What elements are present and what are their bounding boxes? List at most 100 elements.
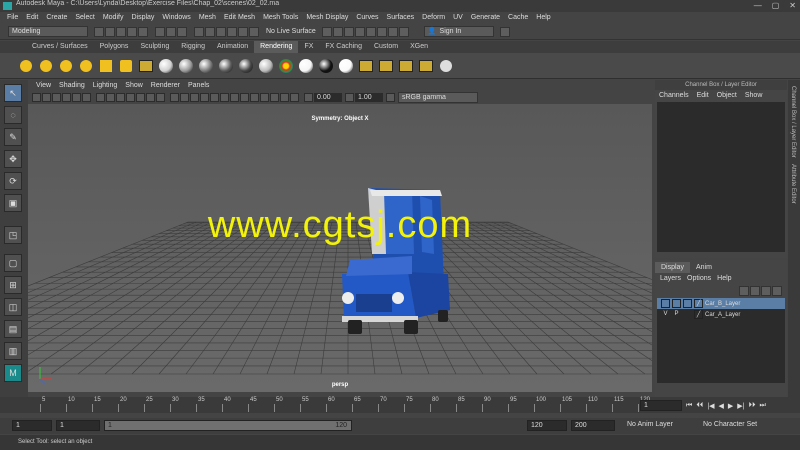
channel-menu-channels[interactable]: Channels <box>655 90 693 102</box>
ambient-light-icon[interactable] <box>18 58 33 73</box>
go-to-end-icon[interactable]: ⏭ <box>760 402 766 410</box>
point-light-icon[interactable] <box>58 58 73 73</box>
menu-uv[interactable]: UV <box>449 12 467 24</box>
step-back-key-icon[interactable]: ⏴⏴ <box>696 402 703 410</box>
play-forwards-icon[interactable]: ▶ <box>728 402 733 410</box>
material-ball-icon[interactable] <box>338 58 353 73</box>
menu-generate[interactable]: Generate <box>467 12 504 24</box>
shelf-tab-polygons[interactable]: Polygons <box>94 41 135 53</box>
channel-menu-object[interactable]: Object <box>713 90 741 102</box>
layer-display-type[interactable] <box>683 310 692 319</box>
spot-light-icon[interactable] <box>78 58 93 73</box>
menu-set-dropdown[interactable]: Modeling <box>8 26 88 37</box>
bookmark-icon[interactable] <box>52 93 61 102</box>
shelf-tab-animation[interactable]: Animation <box>211 41 254 53</box>
playback-end-field[interactable]: 120 <box>527 420 567 431</box>
snap-grid-icon[interactable] <box>194 26 204 37</box>
hypershade-shelf-icon[interactable] <box>438 58 453 73</box>
toggle-panel-icon[interactable] <box>376 26 387 37</box>
start-time-field[interactable]: 1 <box>12 420 52 431</box>
layer-color-swatch[interactable]: ╱ <box>694 299 703 308</box>
magnet-icon[interactable] <box>249 26 259 37</box>
viewport-menu-view[interactable]: View <box>32 80 55 91</box>
menu-file[interactable]: File <box>3 12 22 24</box>
save-scene-icon[interactable] <box>116 26 126 37</box>
end-time-field[interactable]: 200 <box>571 420 615 431</box>
shelf-tab-fx[interactable]: FX <box>298 41 319 53</box>
layer-row[interactable]: V P ╱ Car_A_Layer <box>657 309 785 320</box>
menu-display[interactable]: Display <box>127 12 158 24</box>
layers-menu[interactable]: Layers <box>657 273 684 284</box>
step-back-frame-icon[interactable]: |◀ <box>707 402 714 410</box>
tab-channel-box[interactable]: Channel Box / Layer Editor <box>790 86 796 158</box>
exposure-icon[interactable] <box>304 93 313 102</box>
hypershade-icon[interactable] <box>354 26 365 37</box>
gamma-icon[interactable] <box>345 93 354 102</box>
select-tool-icon[interactable]: ↖ <box>4 84 22 102</box>
shelf-tab-rendering[interactable]: Rendering <box>254 41 299 53</box>
two-d-pan-icon[interactable] <box>72 93 81 102</box>
select-hierarchy-icon[interactable] <box>155 26 165 37</box>
render-view-icon[interactable] <box>365 26 376 37</box>
shelf-tab-curves-surfaces[interactable]: Curves / Surfaces <box>26 41 94 53</box>
viewport-menu-panels[interactable]: Panels <box>184 80 213 91</box>
shelf-tab-rigging[interactable]: Rigging <box>175 41 211 53</box>
character-set-dropdown[interactable]: No Character Set <box>700 420 780 431</box>
menu-edit-mesh[interactable]: Edit Mesh <box>220 12 259 24</box>
redo-icon[interactable] <box>138 26 148 37</box>
maya-home-icon[interactable]: M <box>4 364 22 382</box>
playback-start-field[interactable]: 1 <box>56 420 100 431</box>
depth-of-field-icon[interactable] <box>260 93 269 102</box>
layer-display-type[interactable] <box>683 299 692 308</box>
smooth-shade-icon[interactable] <box>180 93 189 102</box>
exposure-field[interactable]: 0.00 <box>314 93 342 102</box>
four-view-icon[interactable]: ⊞ <box>4 276 22 294</box>
motion-blur-icon[interactable] <box>240 93 249 102</box>
layer-playback-toggle[interactable] <box>672 299 681 308</box>
menu-mesh-display[interactable]: Mesh Display <box>302 12 352 24</box>
resolution-gate-icon[interactable] <box>116 93 125 102</box>
menu-deform[interactable]: Deform <box>418 12 449 24</box>
paint-select-icon[interactable]: ✎ <box>4 128 22 146</box>
camera-attrib-icon[interactable] <box>42 93 51 102</box>
channel-box-body[interactable] <box>657 102 785 252</box>
shelf-tab-xgen[interactable]: XGen <box>404 41 434 53</box>
last-tool-icon[interactable]: ◳ <box>4 226 22 244</box>
open-scene-icon[interactable] <box>105 26 115 37</box>
film-gate-icon[interactable] <box>106 93 115 102</box>
material-ball-icon[interactable] <box>158 58 173 73</box>
ipr-render-icon[interactable] <box>332 26 343 37</box>
image-plane-icon[interactable] <box>62 93 71 102</box>
wireframe-on-shaded-icon[interactable] <box>190 93 199 102</box>
xray-joints-icon[interactable] <box>290 93 299 102</box>
tab-anim[interactable]: Anim <box>690 262 718 273</box>
move-layer-up-icon[interactable] <box>739 286 749 296</box>
step-forward-frame-icon[interactable]: ▶| <box>737 402 744 410</box>
minimize-button[interactable]: — <box>754 1 762 10</box>
tab-attribute-editor[interactable]: Attribute Editor <box>790 164 796 204</box>
grid-icon[interactable] <box>96 93 105 102</box>
persp-hypershade-icon[interactable]: ▥ <box>4 342 22 360</box>
snap-live-icon[interactable] <box>238 26 248 37</box>
layer-row[interactable]: ╱ Car_B_Layer <box>657 298 785 309</box>
menu-mesh[interactable]: Mesh <box>195 12 220 24</box>
snap-point-icon[interactable] <box>216 26 226 37</box>
render-view-shelf-icon[interactable] <box>358 58 373 73</box>
directional-light-icon[interactable] <box>38 58 53 73</box>
material-ball-icon[interactable] <box>218 58 233 73</box>
menu-mesh-tools[interactable]: Mesh Tools <box>259 12 302 24</box>
menu-curves[interactable]: Curves <box>352 12 382 24</box>
xray-icon[interactable] <box>280 93 289 102</box>
material-ball-icon[interactable] <box>178 58 193 73</box>
shelf-tab-custom[interactable]: Custom <box>368 41 404 53</box>
menu-select[interactable]: Select <box>71 12 98 24</box>
undo-icon[interactable] <box>127 26 137 37</box>
lasso-tool-icon[interactable]: ◌ <box>4 106 22 124</box>
render-settings-icon[interactable] <box>343 26 354 37</box>
sidebar-toggle-icon[interactable] <box>398 26 409 37</box>
field-chart-icon[interactable] <box>136 93 145 102</box>
new-empty-layer-icon[interactable] <box>761 286 771 296</box>
go-to-start-icon[interactable]: ⏮ <box>686 402 692 410</box>
render-frame-icon[interactable] <box>321 26 332 37</box>
rotate-tool-icon[interactable]: ⟳ <box>4 172 22 190</box>
